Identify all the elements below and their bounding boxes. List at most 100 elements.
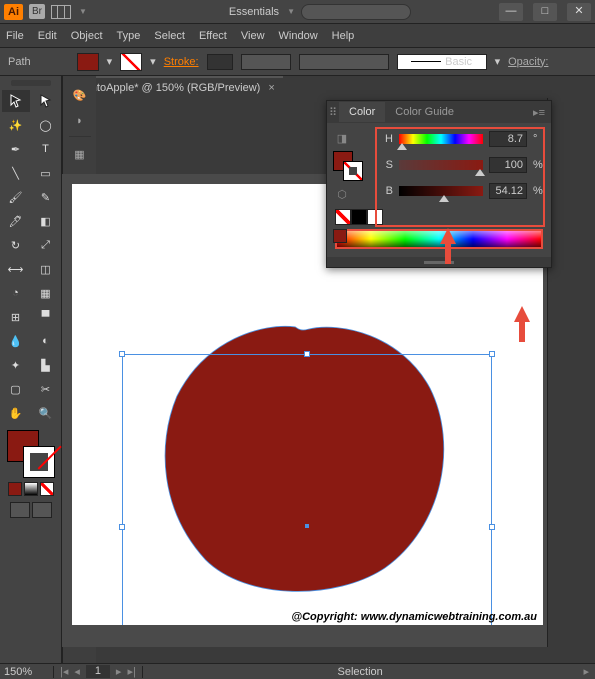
selection-tool[interactable] [2, 90, 30, 112]
menu-effect[interactable]: Effect [199, 30, 227, 42]
selection-handle[interactable] [489, 351, 495, 357]
gradient-tool[interactable]: ▀ [32, 306, 60, 328]
control-bar: Path ▾ ▾ Stroke: Basic▾ Opacity: [0, 48, 595, 76]
opacity-label[interactable]: Opacity: [508, 56, 548, 68]
hue-slider[interactable] [399, 134, 483, 144]
none-mode[interactable] [40, 482, 54, 496]
swatches-icon[interactable]: ▦ [69, 143, 91, 165]
panel-fill-stroke[interactable] [333, 151, 363, 181]
stroke-label[interactable]: Stroke: [164, 56, 199, 68]
last-artboard-button[interactable]: ▸| [125, 665, 137, 678]
tab-color[interactable]: Color [339, 102, 385, 122]
direct-selection-tool[interactable] [32, 90, 60, 112]
annotation-arrow [440, 228, 456, 244]
stroke-weight-input[interactable] [207, 54, 233, 70]
rotate-tool[interactable]: ↻ [2, 234, 30, 256]
menu-view[interactable]: View [241, 30, 265, 42]
artboard-navigation: |◂ ◂ 1 ▸ ▸| [54, 665, 142, 678]
fill-stroke-controls[interactable] [7, 430, 55, 478]
pencil-tool[interactable]: ✎ [32, 186, 60, 208]
selection-handle[interactable] [119, 524, 125, 530]
type-tool[interactable]: T [32, 138, 60, 160]
gradient-mode[interactable] [24, 482, 38, 496]
menu-edit[interactable]: Edit [38, 30, 57, 42]
shape-builder-tool[interactable]: ◔ [2, 282, 30, 304]
close-button[interactable]: ✕ [567, 3, 591, 21]
scale-tool[interactable]: ⤢ [32, 234, 60, 256]
white-swatch[interactable] [367, 209, 383, 225]
center-point[interactable] [305, 524, 309, 528]
stroke-swatch[interactable] [120, 53, 142, 71]
pen-tool[interactable]: ✒ [2, 138, 30, 160]
blob-brush-tool[interactable]: 🖊 [2, 210, 30, 232]
fill-swatch[interactable] [77, 53, 99, 71]
chevron-down-icon[interactable]: ▼ [287, 7, 295, 16]
hue-value[interactable]: 8.7 [489, 131, 527, 147]
brush-dropdown[interactable] [299, 54, 389, 70]
variable-width-dropdown[interactable] [241, 54, 291, 70]
tab-color-guide[interactable]: Color Guide [385, 102, 464, 122]
color-guide-icon[interactable]: ◗ [69, 110, 91, 132]
magic-wand-tool[interactable]: ✨ [2, 114, 30, 136]
flyout-icon[interactable]: ◨ [333, 129, 351, 147]
brightness-slider[interactable] [399, 186, 483, 196]
eyedropper-tool[interactable]: 💧 [2, 330, 30, 352]
workspace-switcher[interactable]: Essentials [229, 6, 279, 18]
mesh-tool[interactable]: ⊞ [2, 306, 30, 328]
menu-select[interactable]: Select [154, 30, 185, 42]
artboard-tool[interactable]: ▢ [2, 378, 30, 400]
hand-tool[interactable]: ✋ [2, 402, 30, 424]
stroke-style-dropdown[interactable]: Basic [397, 54, 487, 70]
menu-object[interactable]: Object [71, 30, 103, 42]
free-transform-tool[interactable]: ◫ [32, 258, 60, 280]
status-tool[interactable]: Selection [142, 666, 578, 678]
panel-resize-grip[interactable] [327, 257, 551, 267]
chevron-down-icon[interactable]: ▼ [79, 7, 87, 16]
none-swatch[interactable] [335, 209, 351, 225]
menu-file[interactable]: File [6, 30, 24, 42]
search-input[interactable] [301, 4, 411, 20]
brightness-value[interactable]: 54.12 [489, 183, 527, 199]
prev-artboard-button[interactable]: ◂ [72, 665, 82, 678]
selection-handle[interactable] [489, 524, 495, 530]
slice-tool[interactable]: ✂ [32, 378, 60, 400]
selection-handle[interactable] [119, 351, 125, 357]
column-graph-tool[interactable]: ▙ [32, 354, 60, 376]
line-tool[interactable]: ╲ [2, 162, 30, 184]
width-tool[interactable]: ⟷ [2, 258, 30, 280]
minimize-button[interactable]: — [499, 3, 523, 21]
menu-type[interactable]: Type [117, 30, 141, 42]
panel-grip[interactable] [11, 80, 51, 86]
blend-tool[interactable]: ◐ [32, 330, 60, 352]
status-chevron-icon[interactable]: ▸ [577, 665, 595, 678]
selection-handle[interactable] [304, 351, 310, 357]
maximize-button[interactable]: □ [533, 3, 557, 21]
menu-window[interactable]: Window [279, 30, 318, 42]
zoom-level[interactable]: 150% [0, 666, 54, 678]
current-color-swatch[interactable] [333, 229, 347, 243]
perspective-grid-tool[interactable]: ▦ [32, 282, 60, 304]
artboard-number[interactable]: 1 [86, 665, 110, 678]
color-mode[interactable] [8, 482, 22, 496]
color-panel-icon[interactable]: 🎨 [69, 84, 91, 106]
saturation-value[interactable]: 100 [489, 157, 527, 173]
full-screen-mode[interactable] [32, 502, 52, 518]
menu-help[interactable]: Help [332, 30, 355, 42]
normal-screen-mode[interactable] [10, 502, 30, 518]
lasso-tool[interactable]: ◯ [32, 114, 60, 136]
first-artboard-button[interactable]: |◂ [58, 665, 70, 678]
panel-grip-icon[interactable]: ⠿ [327, 106, 339, 119]
eraser-tool[interactable]: ◧ [32, 210, 60, 232]
selection-bounding-box[interactable] [122, 354, 492, 625]
paintbrush-tool[interactable]: 🖌 [2, 186, 30, 208]
zoom-tool[interactable]: 🔍 [32, 402, 60, 424]
symbol-sprayer-tool[interactable]: ✦ [2, 354, 30, 376]
bridge-icon[interactable]: Br [29, 4, 45, 19]
arrange-documents-icon[interactable] [51, 5, 71, 19]
next-artboard-button[interactable]: ▸ [114, 665, 124, 678]
cube-icon: ⬡ [333, 185, 351, 203]
saturation-slider[interactable] [399, 160, 483, 170]
panel-menu-icon[interactable]: ▸≡ [527, 106, 551, 119]
color-spectrum[interactable] [335, 229, 543, 249]
rectangle-tool[interactable]: ▭ [32, 162, 60, 184]
